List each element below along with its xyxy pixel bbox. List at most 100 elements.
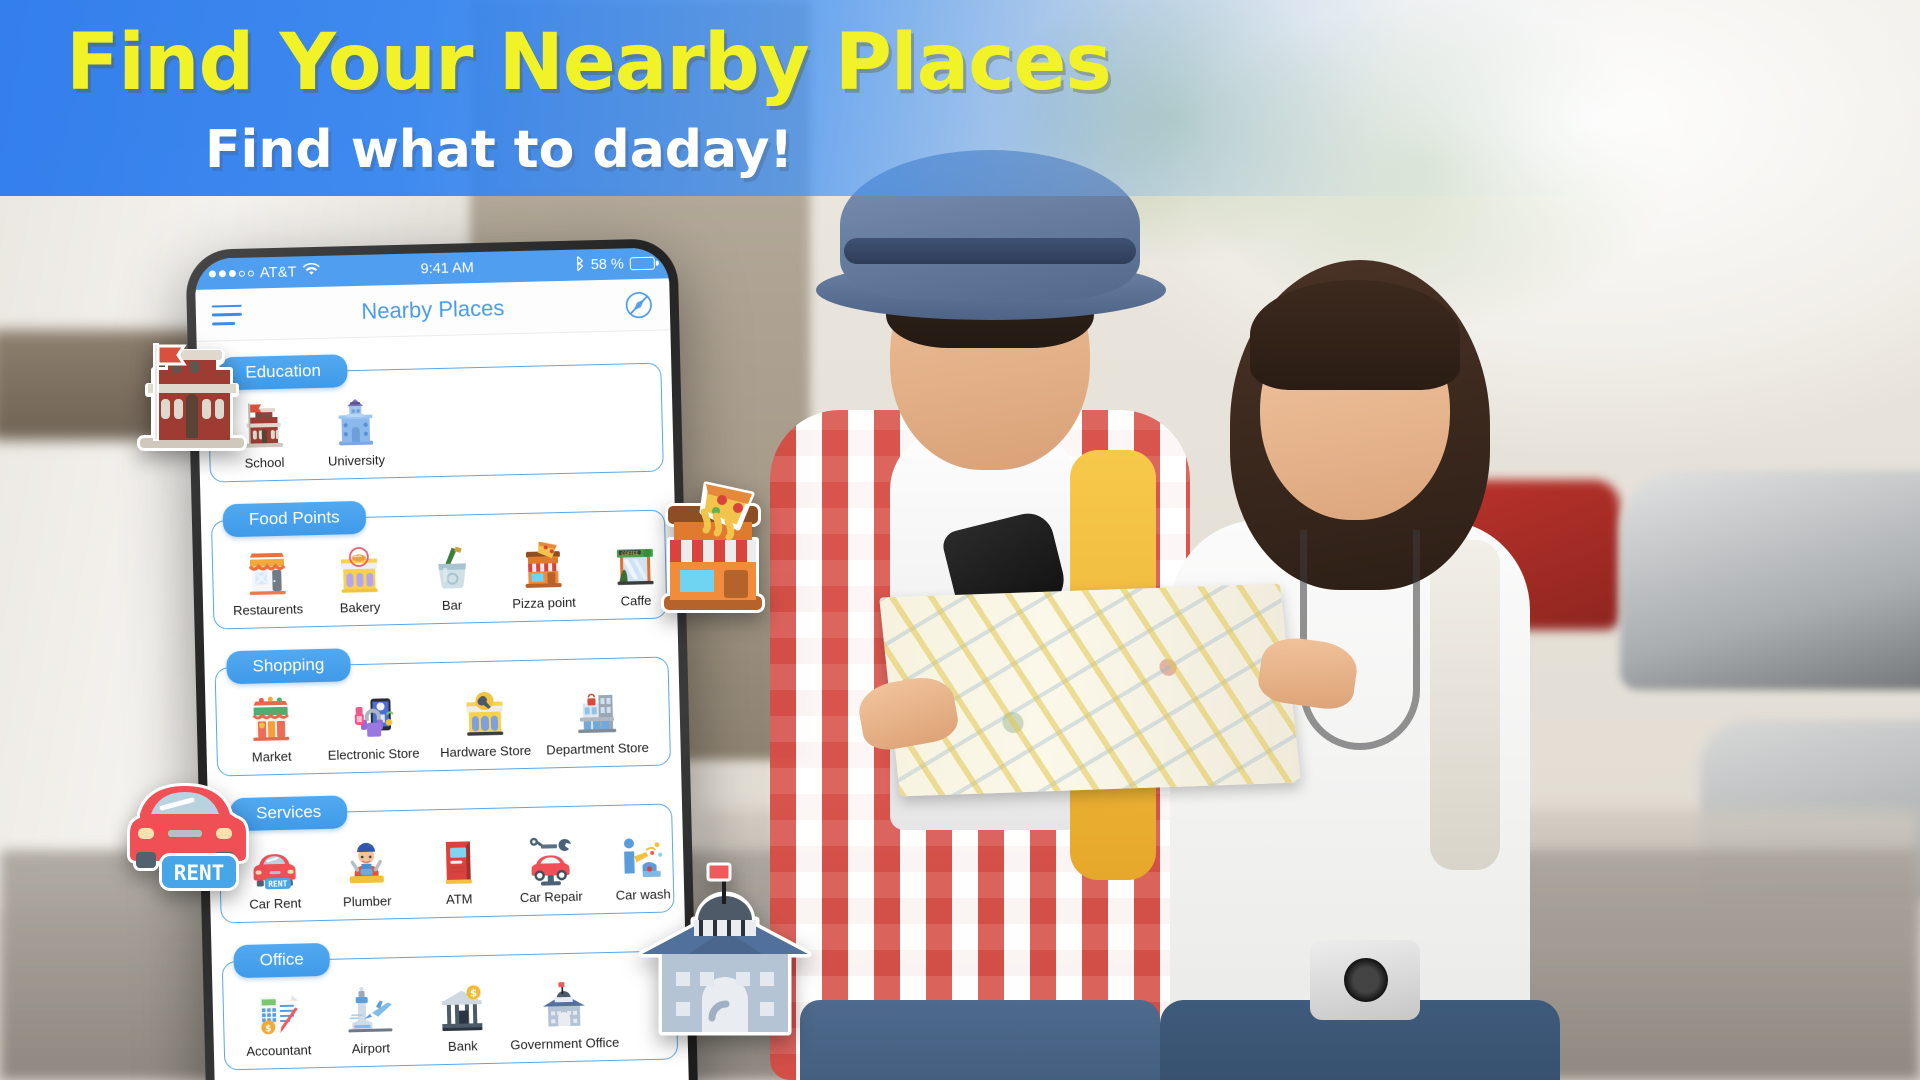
woman-hair-front xyxy=(1250,280,1460,390)
car-rent-icon: RENT xyxy=(248,840,301,893)
poi-label: Restaurents xyxy=(232,601,304,619)
carrier-label: AT&T xyxy=(259,263,297,281)
poi-label: Car Repair xyxy=(519,888,583,906)
poi-item[interactable]: ATM xyxy=(412,835,506,908)
poi-label: Accountant xyxy=(246,1042,312,1059)
svg-text:$: $ xyxy=(470,988,477,999)
plumber-icon xyxy=(340,837,393,890)
man-jeans xyxy=(800,1000,1160,1080)
electronics-icon xyxy=(346,690,399,743)
pizza-shop-icon xyxy=(517,539,570,592)
poi-item[interactable]: Hardware Store xyxy=(428,687,542,761)
category-block: Office $ Accountant Airport $ Bank Government … xyxy=(221,934,679,1071)
pizza-shop-sticker xyxy=(654,478,772,616)
wifi-icon xyxy=(302,263,320,280)
poi-item[interactable]: Pizza point xyxy=(497,538,591,611)
restaurant-icon xyxy=(241,546,294,599)
category-block: Food Points Restaurents Bakery Bar Pizza poi… xyxy=(210,494,668,630)
status-bar-time: 9:41 AM xyxy=(420,259,474,277)
government-building-sticker xyxy=(632,862,818,1044)
status-bar-right: 58 % xyxy=(574,253,655,275)
category-items-row: Restaurents Bakery Bar Pizza point COFFEE Caf… xyxy=(221,537,659,619)
poi-label: University xyxy=(327,452,386,469)
svg-text:COFFEE: COFFEE xyxy=(621,551,638,557)
screenshot-root: Find Your Nearby Places Find what to dad… xyxy=(0,0,1920,1080)
category-block: Shopping Market Electronic Store Hardware S… xyxy=(214,640,672,777)
banner-subtitle: Find what to daday! xyxy=(205,120,794,180)
poi-item[interactable]: Government Office xyxy=(507,979,621,1053)
phone-mockup: AT&T 9:41 AM 58 % Nearby Places Educatio… xyxy=(185,238,699,1080)
poi-item[interactable]: $ Accountant xyxy=(231,986,325,1059)
hardware-store-icon xyxy=(458,687,511,740)
compass-disabled-icon[interactable] xyxy=(623,289,654,320)
poi-item[interactable]: $ Bank xyxy=(415,981,509,1054)
poi-item[interactable]: Department Store xyxy=(540,684,654,758)
category-chip-office[interactable]: Office xyxy=(233,942,331,979)
market-icon xyxy=(244,693,297,746)
category-chip-shopping[interactable]: Shopping xyxy=(226,648,351,685)
poi-label: Market xyxy=(251,748,292,765)
hero-banner: Find Your Nearby Places Find what to dad… xyxy=(0,0,1920,196)
department-store-icon xyxy=(570,685,623,738)
poi-item[interactable]: Airport xyxy=(323,984,417,1057)
category-block: Services RENT Car Rent Plumber ATM Car Repair… xyxy=(218,787,675,924)
svg-text:RENT: RENT xyxy=(268,879,288,888)
bakery-icon xyxy=(333,543,386,596)
couple-photo-subject xyxy=(740,120,1720,1080)
poi-item[interactable]: Car Repair xyxy=(504,832,598,905)
government-office-icon xyxy=(537,979,590,1032)
car-rent-sticker: RENT xyxy=(118,768,252,896)
poi-label: Pizza point xyxy=(512,594,577,612)
woman-backpack-strap xyxy=(1430,540,1500,870)
university-icon xyxy=(329,396,382,449)
champagne-bucket-icon xyxy=(425,541,478,594)
poi-item[interactable]: Plumber xyxy=(320,837,414,910)
bluetooth-icon xyxy=(574,255,584,275)
hamburger-menu-icon[interactable] xyxy=(211,304,242,326)
poi-item[interactable]: Market xyxy=(224,692,318,765)
car-repair-icon xyxy=(524,833,577,886)
poi-label: Electronic Store xyxy=(327,745,420,763)
phone-screen: AT&T 9:41 AM 58 % Nearby Places Educatio… xyxy=(194,247,690,1080)
woman-camera xyxy=(1310,940,1420,1020)
svg-text:RENT: RENT xyxy=(174,861,225,885)
poi-item[interactable]: Electronic Store xyxy=(316,689,430,763)
battery-percent-label: 58 % xyxy=(590,255,624,273)
poi-label: Airport xyxy=(351,1040,391,1057)
airport-icon xyxy=(343,984,396,1037)
svg-text:$: $ xyxy=(265,1024,272,1034)
poi-item[interactable]: Flo xyxy=(652,682,671,755)
poi-label: Department Store xyxy=(546,739,650,758)
page-title: Nearby Places xyxy=(361,294,505,324)
category-list[interactable]: Education School University Food Points Rest… xyxy=(197,330,690,1080)
school-building-sticker xyxy=(128,330,256,460)
poi-label: Car Rent xyxy=(249,895,302,912)
banner-title: Find Your Nearby Places xyxy=(66,18,1112,108)
battery-icon xyxy=(629,256,655,271)
poi-label: Plumber xyxy=(342,893,392,910)
category-items-row: RENT Car Rent Plumber ATM Car Repair Car wash… xyxy=(228,831,671,913)
poi-label: Bank xyxy=(447,1038,478,1054)
poi-label: ATM xyxy=(445,891,473,907)
status-bar-left: AT&T xyxy=(208,263,320,283)
poi-item[interactable]: University xyxy=(309,396,403,469)
atm-icon xyxy=(432,835,485,888)
bank-icon: $ xyxy=(435,982,488,1035)
category-items-row: Market Electronic Store Hardware Store Depa… xyxy=(224,684,662,766)
woman-lanyard xyxy=(1300,530,1420,750)
poi-label: Bakery xyxy=(339,599,381,616)
accountant-icon: $ xyxy=(251,986,304,1039)
category-items-row: School University xyxy=(217,390,655,472)
poi-label: Caffe xyxy=(620,592,652,609)
category-items-row: $ Accountant Airport $ Bank Government Office xyxy=(231,978,669,1060)
poi-item[interactable]: Bar xyxy=(405,541,499,614)
signal-strength-icon xyxy=(208,269,254,278)
poi-item[interactable]: Restaurents xyxy=(221,545,315,618)
poi-label: Bar xyxy=(441,597,463,613)
poi-item[interactable]: Bakery xyxy=(313,543,407,616)
category-block: Education School University xyxy=(207,347,664,483)
category-chip-food-points[interactable]: Food Points xyxy=(222,500,367,538)
man-hat-band xyxy=(844,238,1136,264)
poi-label: Government Office xyxy=(510,1034,620,1053)
poi-label: Hardware Store xyxy=(439,742,532,761)
